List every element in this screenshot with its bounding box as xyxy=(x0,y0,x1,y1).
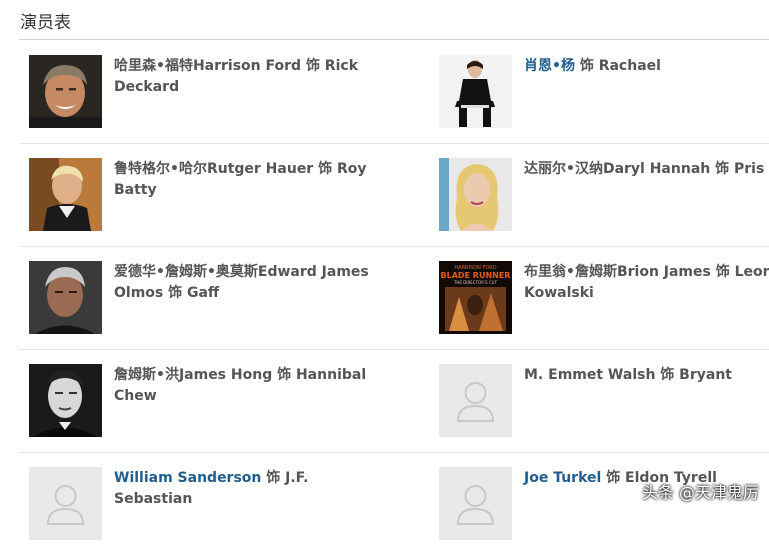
cast-row: 爱德华•詹姆斯•奥莫斯Edward James Olmos 饰 Gaff HAR… xyxy=(19,247,769,350)
actor-name: 布里翁•詹姆斯Brion James xyxy=(524,264,711,280)
avatar-placeholder-icon[interactable] xyxy=(29,467,102,540)
actor-photo-sean-young[interactable] xyxy=(439,55,512,128)
cast-item[interactable]: 詹姆斯•洪James Hong 饰 Hannibal Chew xyxy=(29,364,389,438)
cast-item[interactable]: 爱德华•詹姆斯•奥莫斯Edward James Olmos 饰 Gaff xyxy=(29,261,389,335)
section-title: 演员表 xyxy=(20,13,71,33)
cast-credit: M. Emmet Walsh 饰 Bryant xyxy=(524,365,769,386)
actor-link[interactable]: William Sanderson xyxy=(114,470,261,486)
actor-link[interactable]: Joe Turkel xyxy=(524,470,601,486)
movie-poster-blade-runner[interactable]: HARRISON FORD BLADE RUNNER THE DIRECTOR'… xyxy=(439,261,512,334)
actor-name: 哈里森•福特Harrison Ford xyxy=(114,58,302,74)
watermark: 头条 @天津鬼厉 xyxy=(641,483,759,502)
cast-credit: 达丽尔•汉纳Daryl Hannah 饰 Pris xyxy=(524,159,769,180)
cast-credit: 哈里森•福特Harrison Ford 饰 Rick Deckard xyxy=(114,56,374,98)
role-name: 饰 Bryant xyxy=(660,367,732,383)
actor-name: 达丽尔•汉纳Daryl Hannah xyxy=(524,161,711,177)
actor-photo-rutger-hauer[interactable] xyxy=(29,158,102,231)
role-name: 饰 Rachael xyxy=(579,58,661,74)
avatar-placeholder-icon[interactable] xyxy=(439,364,512,437)
cast-item[interactable]: 肖恩•杨 饰 Rachael xyxy=(439,55,769,129)
cast-credit: 肖恩•杨 饰 Rachael xyxy=(524,56,769,77)
cast-credit: 詹姆斯•洪James Hong 饰 Hannibal Chew xyxy=(114,365,374,407)
actor-link[interactable]: 肖恩•杨 xyxy=(524,58,575,74)
cast-item[interactable]: 哈里森•福特Harrison Ford 饰 Rick Deckard xyxy=(29,55,389,129)
poster-title: BLADE RUNNER xyxy=(441,271,511,280)
cast-row: 詹姆斯•洪James Hong 饰 Hannibal Chew M. Emmet… xyxy=(19,350,769,453)
cast-credit: 鲁特格尔•哈尔Rutger Hauer 饰 Roy Batty xyxy=(114,159,374,201)
cast-item[interactable]: 鲁特格尔•哈尔Rutger Hauer 饰 Roy Batty xyxy=(29,158,389,232)
actor-photo-harrison-ford[interactable] xyxy=(29,55,102,128)
actor-photo-edward-james-olmos[interactable] xyxy=(29,261,102,334)
cast-credit: 布里翁•詹姆斯Brion James 饰 Leon Kowalski xyxy=(524,262,769,304)
role-name: 饰 Gaff xyxy=(168,285,220,301)
cast-row: William Sanderson 饰 J.F. Sebastian Joe T… xyxy=(19,453,769,556)
actor-name: 爱德华•詹姆斯•奥莫斯Edward James Olmos xyxy=(114,264,369,301)
role-name: 饰 Pris xyxy=(715,161,765,177)
cast-item[interactable]: 达丽尔•汉纳Daryl Hannah 饰 Pris xyxy=(439,158,769,232)
cast-row: 哈里森•福特Harrison Ford 饰 Rick Deckard 肖恩•杨 xyxy=(19,41,769,144)
cast-row: 鲁特格尔•哈尔Rutger Hauer 饰 Roy Batty 达丽尔•汉纳Da… xyxy=(19,144,769,247)
cast-credit: 爱德华•詹姆斯•奥莫斯Edward James Olmos 饰 Gaff xyxy=(114,262,374,304)
actor-photo-james-hong[interactable] xyxy=(29,364,102,437)
actor-name: 鲁特格尔•哈尔Rutger Hauer xyxy=(114,161,314,177)
cast-item[interactable]: HARRISON FORD BLADE RUNNER THE DIRECTOR'… xyxy=(439,261,769,335)
actor-photo-daryl-hannah[interactable] xyxy=(439,158,512,231)
cast-credit: William Sanderson 饰 J.F. Sebastian xyxy=(114,468,374,510)
cast-item[interactable]: M. Emmet Walsh 饰 Bryant xyxy=(439,364,769,438)
poster-subtitle: THE DIRECTOR'S CUT xyxy=(453,280,498,285)
cast-item[interactable]: William Sanderson 饰 J.F. Sebastian xyxy=(29,467,389,541)
actor-name: M. Emmet Walsh xyxy=(524,367,656,383)
avatar-placeholder-icon[interactable] xyxy=(439,467,512,540)
section-header: 演员表 xyxy=(19,0,769,40)
actor-name: 詹姆斯•洪James Hong xyxy=(114,367,273,383)
